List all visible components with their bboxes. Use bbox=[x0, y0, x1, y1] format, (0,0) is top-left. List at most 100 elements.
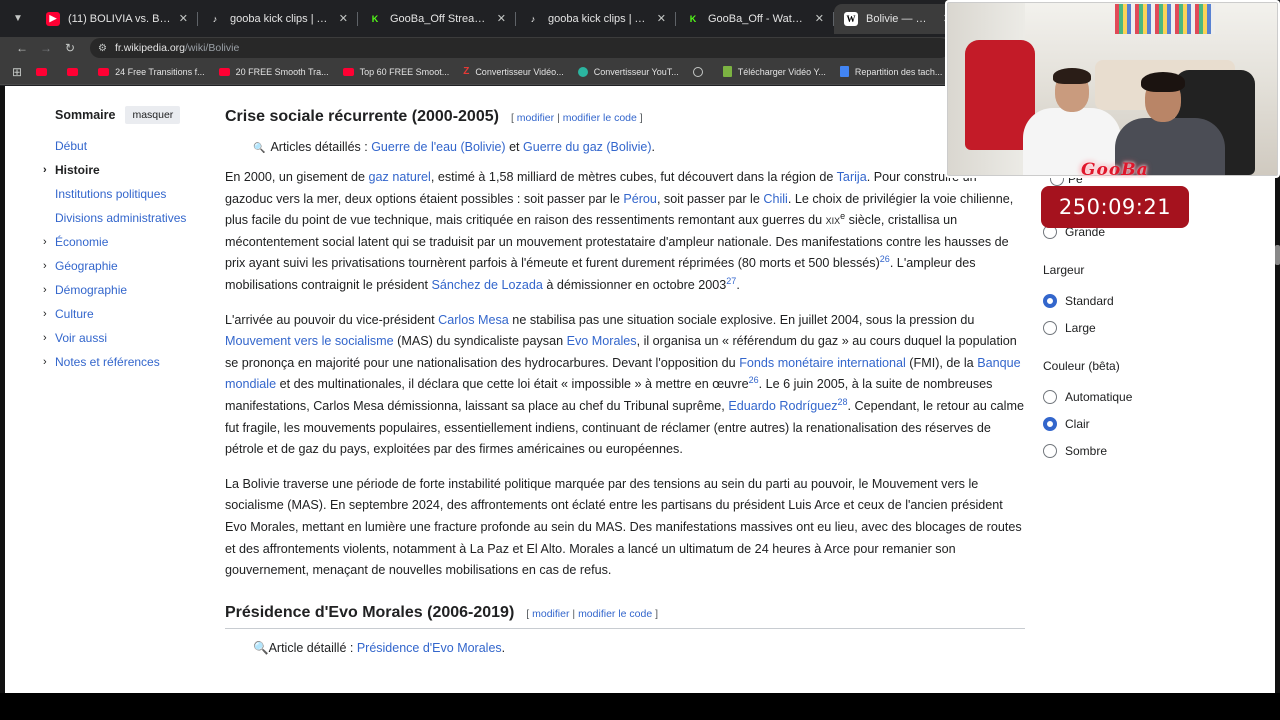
apps-grid-icon[interactable]: ⊞ bbox=[12, 65, 22, 79]
edit-bracket-open: [ bbox=[510, 112, 514, 124]
tab-title: gooba kick clips | TikTok(+99) bbox=[548, 12, 649, 25]
width-option[interactable]: Standard bbox=[1043, 287, 1243, 314]
forward-button[interactable]: → bbox=[36, 41, 56, 55]
chevron-right-icon[interactable]: › bbox=[43, 306, 47, 322]
chevron-down-icon: ▼ bbox=[13, 13, 23, 24]
toc-item[interactable]: › Démographie bbox=[43, 282, 215, 306]
reload-button[interactable]: ↻ bbox=[60, 41, 80, 55]
browser-tab[interactable]: K GooBa_Off Stream - Watch Live ✕ bbox=[358, 4, 516, 34]
toc-item[interactable]: › Voir aussi bbox=[43, 330, 215, 354]
edit-code-link[interactable]: modifier le code bbox=[578, 608, 652, 620]
close-icon[interactable]: ✕ bbox=[657, 12, 666, 25]
bookmark-list: 24 Free Transitions f... 20 FREE Smooth T… bbox=[36, 66, 1071, 77]
magnifier-icon: 🔍 bbox=[253, 640, 269, 655]
link-sanchez-de-lozada[interactable]: Sánchez de Lozada bbox=[432, 278, 543, 292]
toc-item[interactable]: › Histoire bbox=[43, 162, 215, 186]
bookmark-item[interactable]: Top 60 FREE Smoot... bbox=[342, 67, 449, 77]
chevron-right-icon[interactable]: › bbox=[43, 234, 47, 250]
toc-hide-button[interactable]: masquer bbox=[125, 106, 181, 124]
hatnote-end: . bbox=[501, 640, 506, 655]
close-icon[interactable]: ✕ bbox=[179, 12, 188, 25]
edit-separator: | bbox=[557, 112, 560, 124]
chevron-right-icon[interactable]: › bbox=[43, 330, 47, 346]
toc-item[interactable]: Divisions administratives bbox=[55, 210, 215, 234]
toc-item[interactable]: › Culture bbox=[43, 306, 215, 330]
browser-tab[interactable]: K GooBa_Off - Watch clips on Kick ✕ bbox=[676, 4, 834, 34]
stream-logo: GooBa bbox=[1081, 160, 1149, 178]
section-title: Présidence d'Evo Morales (2006-2019) bbox=[225, 603, 515, 621]
reference-link[interactable]: 27 bbox=[726, 276, 736, 286]
text: et des multinationales, il déclara que c… bbox=[276, 377, 749, 392]
bookmark-item[interactable] bbox=[36, 67, 53, 76]
color-option[interactable]: Clair bbox=[1043, 410, 1243, 437]
link-perou[interactable]: Pérou bbox=[623, 192, 657, 206]
bookmark-item[interactable]: Repartition des tach... bbox=[839, 66, 942, 77]
bookmark-item[interactable]: 24 Free Transitions f... bbox=[98, 67, 205, 77]
back-arrow-icon: ← bbox=[16, 41, 28, 55]
edit-separator: | bbox=[572, 607, 576, 620]
close-icon[interactable]: ✕ bbox=[497, 12, 506, 25]
bookmark-item[interactable]: 20 FREE Smooth Tra... bbox=[218, 66, 329, 77]
browser-tab[interactable]: WBolivie — Wikipédia✕ bbox=[834, 3, 962, 34]
back-button[interactable]: ← bbox=[12, 41, 32, 55]
youtube-icon bbox=[218, 67, 230, 76]
page-scrollbar[interactable] bbox=[1275, 245, 1280, 265]
link-evo-morales[interactable]: Evo Morales bbox=[567, 334, 637, 348]
link-carlos-mesa[interactable]: Carlos Mesa bbox=[438, 313, 509, 327]
bookmark-item[interactable] bbox=[692, 66, 709, 77]
screen: ▼ ▶ (11) BOLIVIA vs. BRASIL [1-0] | R ✕ ♪ go… bbox=[0, 0, 1280, 720]
toc-item[interactable]: Institutions politiques bbox=[55, 186, 215, 210]
address-bar[interactable]: ⚙ fr.wikipedia.org/wiki/Bolivie bbox=[90, 38, 950, 58]
edit-link[interactable]: modifier bbox=[517, 112, 554, 124]
link-chili[interactable]: Chili bbox=[763, 192, 788, 206]
close-icon[interactable]: ✕ bbox=[339, 12, 348, 25]
bookmark-item[interactable]: Télécharger Vidéo Y... bbox=[722, 66, 826, 77]
width-option[interactable]: Large bbox=[1043, 314, 1243, 341]
youtube-icon bbox=[98, 67, 110, 76]
toc-item[interactable]: Début bbox=[55, 138, 215, 162]
text: à démissionner en octobre 2003 bbox=[542, 277, 727, 292]
bookmark-item[interactable]: Convertisseur YouT... bbox=[577, 66, 679, 77]
option-label: Large bbox=[1065, 320, 1096, 335]
bookmark-label: 20 FREE Smooth Tra... bbox=[235, 66, 329, 77]
link-mas[interactable]: Mouvement vers le socialisme bbox=[225, 334, 394, 348]
browser-tab[interactable]: ▶ (11) BOLIVIA vs. BRASIL [1-0] | R ✕ bbox=[36, 4, 198, 34]
color-option[interactable]: Sombre bbox=[1043, 437, 1243, 464]
reference-link[interactable]: 26 bbox=[749, 375, 759, 385]
link-eduardo-rodriguez[interactable]: Eduardo Rodríguez bbox=[728, 399, 837, 413]
link-tarija[interactable]: Tarija bbox=[837, 170, 867, 184]
link-fmi[interactable]: Fonds monétaire international bbox=[739, 356, 906, 370]
edit-code-link[interactable]: modifier le code bbox=[563, 112, 637, 124]
link-gaz-naturel[interactable]: gaz naturel bbox=[369, 170, 431, 184]
browser-tab[interactable]: ♪ gooba kick clips | TikTok(+99) ✕ bbox=[516, 4, 676, 34]
chevron-right-icon[interactable]: › bbox=[43, 258, 47, 274]
color-option[interactable]: Automatique bbox=[1043, 383, 1243, 410]
tab-search-button[interactable]: ▼ bbox=[6, 7, 30, 31]
webcam-border bbox=[945, 0, 1280, 178]
hatnote-link-gas-war[interactable]: Guerre du gaz (Bolivie) bbox=[523, 140, 652, 154]
hatnote-link-water-war[interactable]: Guerre de l'eau (Bolivie) bbox=[371, 140, 505, 154]
reference-link[interactable]: 26 bbox=[880, 254, 890, 264]
hatnote-link-presidency[interactable]: Présidence d'Evo Morales bbox=[357, 641, 502, 655]
toc-item[interactable]: › Économie bbox=[43, 234, 215, 258]
bookmark-label: Convertisseur YouT... bbox=[593, 66, 679, 77]
toc-item[interactable]: › Notes et références bbox=[43, 354, 215, 378]
browser-tab[interactable]: ♪ gooba kick clips | TikTok(+99) ✕ bbox=[198, 4, 358, 34]
toc-item-label: Démographie bbox=[55, 283, 128, 297]
toc-item-label: Notes et références bbox=[55, 355, 160, 369]
option-label: Clair bbox=[1065, 416, 1090, 431]
toc-item[interactable]: › Géographie bbox=[43, 258, 215, 282]
bookmark-item[interactable]: Z Convertisseur Vidéo... bbox=[463, 66, 564, 77]
close-icon[interactable]: ✕ bbox=[815, 12, 824, 25]
reference-link[interactable]: 28 bbox=[838, 397, 848, 407]
bookmark-item[interactable] bbox=[67, 67, 84, 76]
youtube-icon bbox=[67, 67, 79, 76]
edit-link[interactable]: modifier bbox=[532, 608, 569, 620]
chevron-right-icon[interactable]: › bbox=[43, 354, 47, 370]
text: L'arrivée au pouvoir du vice-président bbox=[225, 312, 439, 327]
site-info-icon[interactable]: ⚙ bbox=[98, 43, 107, 54]
chevron-right-icon[interactable]: › bbox=[43, 162, 47, 178]
toc-item-label: Géographie bbox=[55, 259, 118, 273]
doc-icon bbox=[839, 66, 849, 77]
chevron-right-icon[interactable]: › bbox=[43, 282, 47, 298]
